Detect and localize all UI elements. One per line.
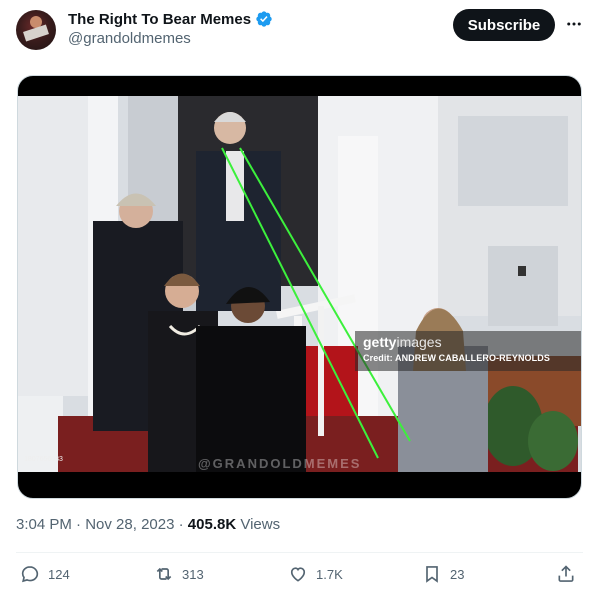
like-icon (290, 567, 306, 582)
author-display-name[interactable]: The Right To Bear Memes (68, 11, 251, 28)
like-button[interactable]: 1.7K (288, 564, 343, 584)
tweet-meta: 3:04 PM · Nov 28, 2023 · 405.8K Views (16, 516, 280, 533)
reply-count: 124 (48, 566, 70, 582)
meta-separator-2: · (174, 516, 188, 533)
bookmark-count: 23 (450, 566, 465, 582)
author-name-row: The Right To Bear Memes (68, 10, 273, 28)
reply-icon (21, 566, 39, 583)
profile-avatar[interactable] (16, 10, 56, 50)
tweet-media[interactable]: gettyimages Credit: ANDREW CABALLERO-REY… (17, 75, 582, 499)
bookmark-button[interactable]: 23 (422, 564, 464, 584)
tweet-photo[interactable]: gettyimages Credit: ANDREW CABALLERO-REY… (18, 96, 581, 472)
repost-count: 313 (182, 566, 204, 582)
tweet-header: The Right To Bear Memes @grandoldmemes S… (16, 8, 586, 52)
views-count: 405.8K (187, 516, 237, 533)
bookmark-icon (426, 566, 438, 583)
tweet-date[interactable]: Nov 28, 2023 (85, 516, 174, 533)
action-bar: 124 313 1.7K 23 (16, 560, 582, 590)
reply-button[interactable]: 124 (20, 564, 70, 584)
getty-credit-overlay: gettyimages Credit: ANDREW CABALLERO-REY… (355, 331, 581, 371)
subscribe-button[interactable]: Subscribe (453, 9, 555, 41)
repost-button[interactable]: 313 (154, 564, 204, 584)
tweet-time[interactable]: 3:04 PM (16, 516, 72, 533)
more-dots-icon[interactable] (562, 12, 586, 36)
like-count: 1.7K (316, 566, 343, 582)
divider (16, 552, 583, 553)
views-label: Views (236, 516, 281, 533)
getty-credit-text: Credit: ANDREW CABALLERO-REYNOLDS (363, 353, 550, 363)
share-icon (558, 565, 574, 582)
getty-logo: gettyimages (363, 334, 442, 350)
verified-badge-icon (256, 11, 272, 27)
photo-id: 1807656033 (24, 456, 63, 463)
author-handle[interactable]: @grandoldmemes (68, 30, 191, 47)
share-button[interactable] (556, 564, 576, 584)
repost-icon (156, 567, 172, 581)
photo-scene (18, 96, 581, 472)
watermark: @GRANDOLDMEMES (198, 456, 362, 471)
meta-separator: · (71, 516, 86, 533)
